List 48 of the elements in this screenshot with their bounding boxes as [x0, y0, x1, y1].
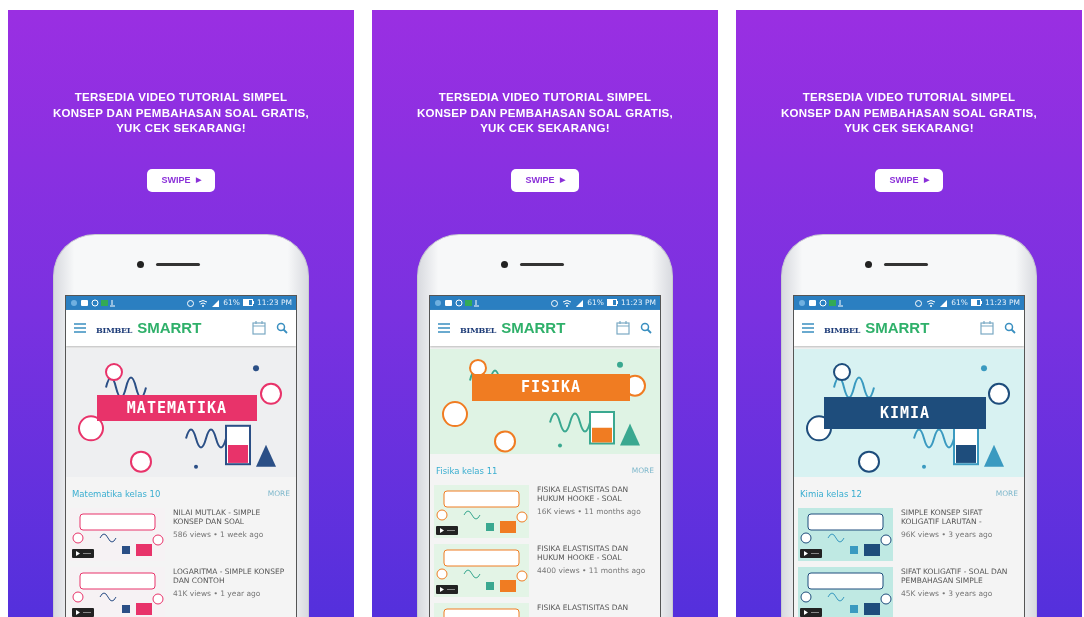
- wifi-icon: [562, 298, 573, 307]
- headline: TERSEDIA VIDEO TUTORIAL SIMPEL KONSEP DAN PEMBAHASAN SOAL GRATIS, YUK CEK SEKARANG!: [780, 90, 1038, 136]
- menu-icon[interactable]: [438, 322, 450, 333]
- section-title: Fisika kelas 11: [436, 465, 498, 476]
- camera-icon: [500, 261, 508, 268]
- wifi-icon: [198, 298, 209, 307]
- headline: TERSEDIA VIDEO TUTORIAL SIMPEL KONSEP DAN PEMBAHASAN SOAL GRATIS, YUK CEK SEKARANG!: [416, 90, 674, 136]
- search-icon[interactable]: [1004, 321, 1016, 334]
- play-icon[interactable]: [800, 607, 822, 617]
- app-logo: BIMBEL SMARRT: [460, 318, 567, 337]
- battery-icon: [243, 299, 254, 306]
- calendar-icon[interactable]: [616, 320, 630, 335]
- app-logo: BIMBEL SMARRT: [824, 318, 931, 337]
- menu-icon[interactable]: [74, 322, 86, 333]
- banner-title: KIMIA: [824, 396, 986, 429]
- headline: TERSEDIA VIDEO TUTORIAL SIMPEL KONSEP DAN PEMBAHASAN SOAL GRATIS, YUK CEK SEKARANG!: [52, 90, 310, 136]
- signal-icon: [939, 298, 949, 307]
- search-icon[interactable]: [276, 321, 288, 334]
- camera-icon: [864, 261, 872, 268]
- banner-title: MATEMATIKA: [97, 394, 257, 421]
- signal-icon: [211, 298, 221, 307]
- speaker-icon: [155, 263, 200, 266]
- calendar-icon[interactable]: [252, 320, 266, 335]
- camera-icon: [136, 261, 144, 268]
- play-icon[interactable]: [436, 525, 458, 535]
- speaker-icon: [883, 263, 928, 266]
- section-title: Kimia kelas 12: [800, 488, 862, 499]
- alarm-icon: [550, 298, 560, 307]
- play-icon[interactable]: [800, 548, 822, 558]
- notification-icons-drawing: [798, 298, 844, 307]
- notification-icons-drawing: [434, 298, 480, 307]
- signal-icon: [575, 298, 585, 307]
- alarm-icon: [186, 298, 196, 307]
- banner-title: FISIKA: [472, 373, 630, 401]
- wifi-icon: [926, 298, 937, 307]
- section-title: Matematika kelas 10: [72, 488, 161, 499]
- search-icon[interactable]: [640, 321, 652, 334]
- notification-icons-drawing: [70, 298, 116, 307]
- menu-icon[interactable]: [802, 322, 814, 333]
- calendar-icon[interactable]: [980, 320, 994, 335]
- speaker-icon: [519, 263, 564, 266]
- battery-icon: [971, 299, 982, 306]
- play-icon[interactable]: [72, 607, 94, 617]
- battery-icon: [607, 299, 618, 306]
- alarm-icon: [914, 298, 924, 307]
- play-icon[interactable]: [436, 584, 458, 594]
- play-icon[interactable]: [72, 548, 94, 558]
- app-logo: BIMBEL SMARRT: [96, 318, 203, 337]
